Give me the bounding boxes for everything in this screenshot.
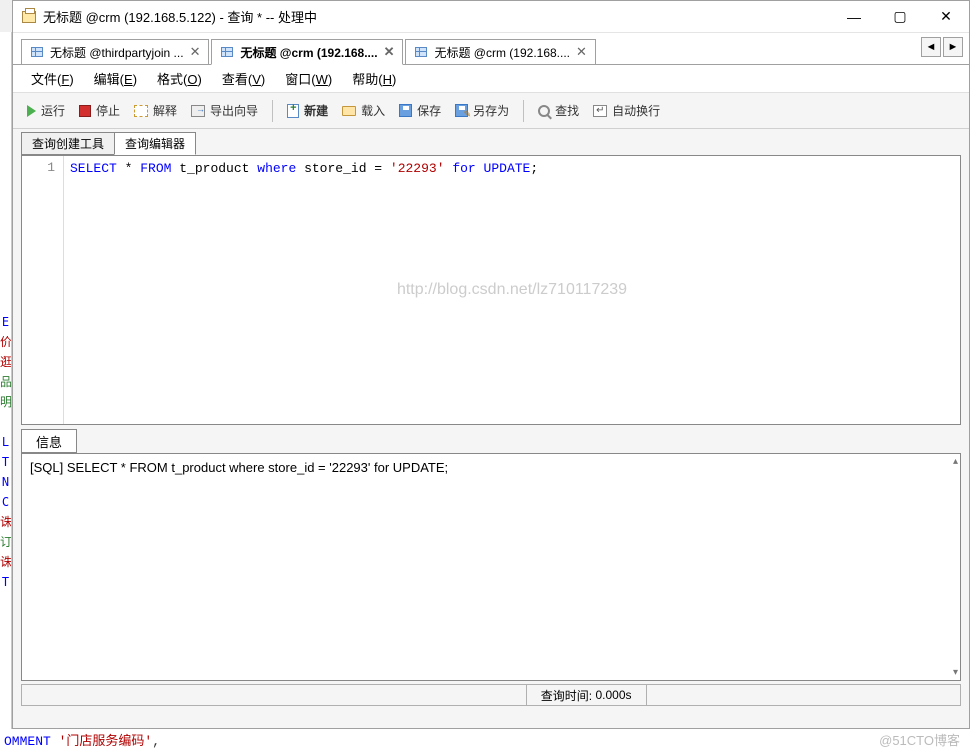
minimize-button[interactable]: — — [831, 1, 877, 33]
close-button[interactable]: ✕ — [923, 1, 969, 33]
menu-file[interactable]: 文件(F) — [23, 66, 82, 91]
page-watermark: @51CTO博客 — [879, 730, 960, 749]
export-button[interactable]: 导出向导 — [185, 98, 264, 124]
application-window: 无标题 @crm (192.168.5.122) - 查询 * -- 处理中 —… — [12, 0, 970, 729]
status-bar: 查询时间: 0.000s — [21, 684, 961, 706]
stop-button[interactable]: 停止 — [73, 98, 126, 124]
load-button[interactable]: 载入 — [336, 98, 391, 124]
folder-icon — [342, 106, 356, 116]
tab-prev-button[interactable]: ◄ — [921, 37, 941, 57]
separator — [523, 100, 524, 122]
window-title: 无标题 @crm (192.168.5.122) - 查询 * -- 处理中 — [43, 7, 831, 26]
doc-tab-1-label: 无标题 @thirdpartyjoin ... — [50, 44, 184, 61]
table-icon — [30, 45, 44, 59]
doc-tab-2[interactable]: 无标题 @crm (192.168.... ✕ — [211, 39, 403, 65]
line-number: 1 — [22, 160, 55, 175]
line-gutter: 1 — [22, 156, 64, 424]
doc-tab-1[interactable]: 无标题 @thirdpartyjoin ... ✕ — [21, 39, 209, 65]
saveas-icon — [455, 104, 468, 117]
find-button[interactable]: 查找 — [532, 98, 585, 124]
menu-help[interactable]: 帮助(H) — [344, 66, 404, 91]
doc-tab-3-label: 无标题 @crm (192.168.... — [434, 44, 570, 61]
menu-format[interactable]: 格式(O) — [149, 66, 210, 91]
tab-query-editor[interactable]: 查询编辑器 — [114, 132, 196, 155]
doc-tab-2-label: 无标题 @crm (192.168.... — [240, 44, 377, 61]
info-tabs: 信息 — [21, 429, 961, 453]
status-empty — [22, 685, 526, 705]
background-strip: E 价 逛 品 明 L T N C 诛 订 诛 T — [0, 32, 12, 749]
play-icon — [27, 105, 36, 117]
editor-tabs: 查询创建工具 查询编辑器 — [13, 129, 969, 155]
status-trail — [646, 685, 960, 705]
info-content: [SQL] SELECT * FROM t_product where stor… — [30, 460, 952, 475]
explain-button[interactable]: 解释 — [128, 98, 183, 124]
tab-info[interactable]: 信息 — [21, 429, 77, 453]
search-icon — [538, 105, 550, 117]
scroll-up-icon[interactable]: ▴ — [953, 456, 958, 467]
sql-editor[interactable]: 1 SELECT * FROM t_product where store_id… — [21, 155, 961, 425]
tab-query-builder[interactable]: 查询创建工具 — [21, 132, 115, 155]
menu-window[interactable]: 窗口(W) — [277, 66, 340, 91]
table-icon — [414, 45, 428, 59]
close-icon[interactable]: ✕ — [190, 44, 201, 60]
new-button[interactable]: 新建 — [281, 98, 334, 124]
scroll-down-icon[interactable]: ▾ — [953, 667, 958, 678]
tab-navigation: ◄ ► — [921, 37, 963, 57]
document-tabs: 无标题 @thirdpartyjoin ... ✕ 无标题 @crm (192.… — [13, 33, 969, 65]
watermark-text: http://blog.csdn.net/lz710117239 — [397, 281, 627, 299]
app-icon — [21, 9, 37, 25]
titlebar[interactable]: 无标题 @crm (192.168.5.122) - 查询 * -- 处理中 —… — [13, 1, 969, 33]
save-icon — [399, 104, 412, 117]
explain-icon — [134, 105, 148, 117]
table-icon — [220, 45, 234, 59]
code-area[interactable]: SELECT * FROM t_product where store_id =… — [64, 156, 960, 424]
new-icon — [287, 104, 299, 118]
status-query-time: 查询时间: 0.000s — [526, 685, 646, 705]
window-controls: — ▢ ✕ — [831, 1, 969, 33]
export-icon — [191, 105, 205, 117]
wrap-button[interactable]: 自动换行 — [587, 98, 666, 124]
separator — [272, 100, 273, 122]
toolbar: 运行 停止 解释 导出向导 新建 载入 保存 另存为 查找 自动换行 — [13, 93, 969, 129]
stop-icon — [79, 105, 91, 117]
close-icon[interactable]: ✕ — [576, 44, 587, 60]
tab-next-button[interactable]: ► — [943, 37, 963, 57]
menubar: 文件(F) 编辑(E) 格式(O) 查看(V) 窗口(W) 帮助(H) — [13, 65, 969, 93]
info-panel[interactable]: ▴ [SQL] SELECT * FROM t_product where st… — [21, 453, 961, 681]
doc-tab-3[interactable]: 无标题 @crm (192.168.... ✕ — [405, 39, 595, 65]
background-code-snippet: OMMENT '门店服务编码', @51CTO博客 — [0, 729, 970, 749]
menu-edit[interactable]: 编辑(E) — [86, 66, 145, 91]
run-button[interactable]: 运行 — [21, 98, 71, 124]
maximize-button[interactable]: ▢ — [877, 1, 923, 33]
save-button[interactable]: 保存 — [393, 98, 447, 124]
menu-view[interactable]: 查看(V) — [214, 66, 273, 91]
saveas-button[interactable]: 另存为 — [449, 98, 515, 124]
wrap-icon — [593, 105, 607, 117]
close-icon[interactable]: ✕ — [384, 44, 395, 60]
